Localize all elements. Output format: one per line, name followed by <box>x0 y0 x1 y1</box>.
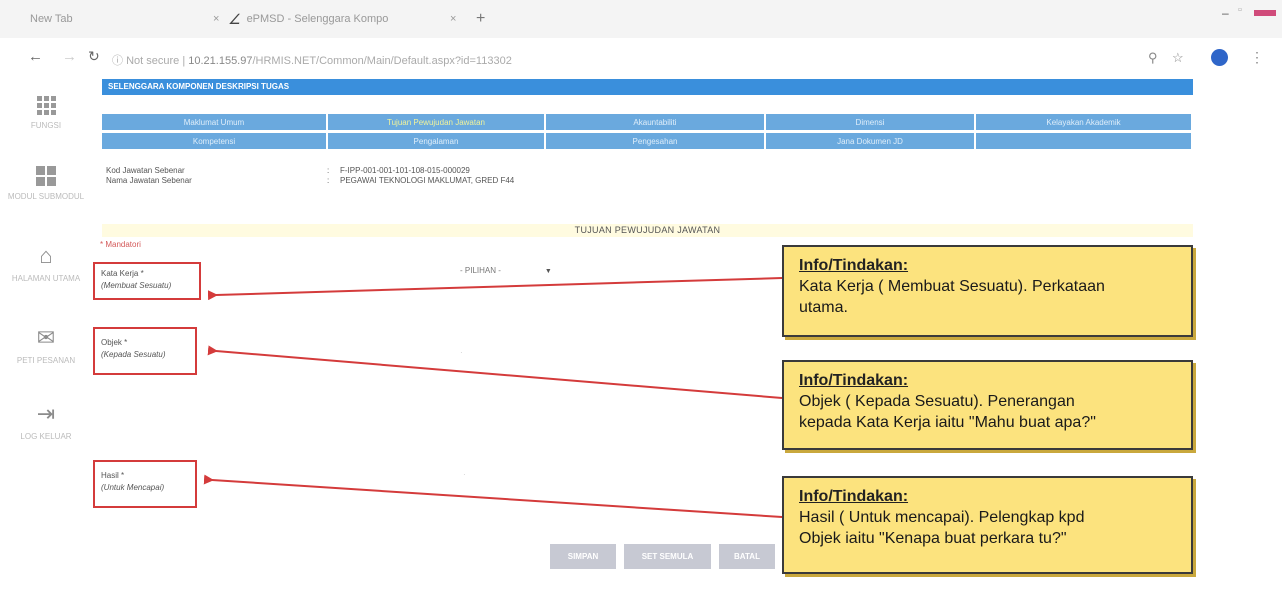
callout-title: Info/Tindakan: <box>799 372 909 389</box>
security-label: Not secure <box>126 55 180 67</box>
nama-jawatan-label: Nama Jawatan Sebenar <box>106 176 192 185</box>
field-kata-kerja-label: Kata Kerja * (Membuat Sesuatu) <box>93 262 201 300</box>
close-tab-icon[interactable]: × <box>450 6 456 32</box>
kod-jawatan-value: F-IPP-001-001-101-108-015-000029 <box>340 166 470 175</box>
tab-new-tab[interactable]: New Tab <box>30 6 73 32</box>
field-label: Kata Kerja * <box>101 269 144 278</box>
tab-label: ePMSD - Selenggara Kompo <box>246 13 389 25</box>
profile-avatar[interactable] <box>1211 49 1228 66</box>
arrow-kata-kerja <box>207 277 783 301</box>
tab-jana-dokumen-jd[interactable]: Jana Dokumen JD <box>766 133 976 149</box>
browser-tab-bar: New Tab × ∠ ePMSD - Selenggara Kompo × + … <box>0 0 1282 38</box>
sidebar: FUNGSI MODUL SUBMODUL ⌂ HALAMAN UTAMA ✉ … <box>0 80 92 592</box>
page-header: SELENGGARA KOMPONEN DESKRIPSI TUGAS <box>102 79 1193 95</box>
forward-icon[interactable]: → <box>62 48 77 65</box>
sidebar-item-modul[interactable]: MODUL SUBMODUL <box>0 166 92 202</box>
reload-icon[interactable]: ↻ <box>88 48 100 65</box>
nama-jawatan-row: Nama Jawatan Sebenar : PEGAWAI TEKNOLOGI… <box>106 176 514 185</box>
callout-kata-kerja: Info/Tindakan: Kata Kerja ( Membuat Sesu… <box>782 245 1193 337</box>
favicon-icon: ∠ <box>228 10 241 27</box>
form-buttons: SIMPAN SET SEMULA BATAL <box>550 544 775 569</box>
tab-pengalaman[interactable]: Pengalaman <box>328 133 546 149</box>
home-icon: ⌂ <box>39 243 53 268</box>
field-label: Objek * <box>101 338 128 347</box>
zoom-icon[interactable]: ⚲ <box>1148 50 1158 66</box>
mail-icon: ✉ <box>36 325 56 350</box>
arrow-objek <box>207 345 783 399</box>
colon: : <box>327 166 330 175</box>
callout-objek: Info/Tindakan: Objek ( Kepada Sesuatu). … <box>782 360 1193 450</box>
tab-label: New Tab <box>30 13 73 25</box>
minimize-icon[interactable]: – <box>1222 6 1229 20</box>
callout-line: Objek iaitu "Kenapa buat perkara tu?" <box>799 530 1067 547</box>
component-menu-row: Maklumat Umum Tujuan Pewujudan Jawatan A… <box>102 114 1193 130</box>
sidebar-item-label: MODUL SUBMODUL <box>7 192 85 201</box>
field-sublabel: (Untuk Mencapai) <box>101 483 165 492</box>
tab-maklumat-umum[interactable]: Maklumat Umum <box>102 114 328 130</box>
tab-dimensi[interactable]: Dimensi <box>766 114 976 130</box>
sidebar-item-label: HALAMAN UTAMA <box>11 274 81 283</box>
sidebar-item-label: PETI PESANAN <box>16 356 76 365</box>
callout-line: Objek ( Kepada Sesuatu). Penerangan <box>799 393 1075 410</box>
callout-title: Info/Tindakan: <box>799 488 909 505</box>
set-semula-button[interactable]: SET SEMULA <box>624 544 711 569</box>
maximize-icon[interactable]: ▫ <box>1238 4 1242 16</box>
field-label: Hasil * <box>101 471 125 480</box>
simpan-button[interactable]: SIMPAN <box>550 544 616 569</box>
logout-icon: ⇥ <box>36 401 56 426</box>
field-sublabel: (Kepada Sesuatu) <box>101 350 166 359</box>
menu-kebab-icon[interactable]: ⋮ <box>1250 49 1264 66</box>
url-host: 10.21.155.97 <box>188 55 253 67</box>
kod-jawatan-row: Kod Jawatan Sebenar : F-IPP-001-001-101-… <box>106 166 470 175</box>
arrow-hasil <box>203 474 783 518</box>
select-value: - PILIHAN - <box>460 266 501 275</box>
tab-pengesahan[interactable]: Pengesahan <box>546 133 766 149</box>
sidebar-item-label: LOG KELUAR <box>20 432 72 441</box>
component-menu-row: Kompetensi Pengalaman Pengesahan Jana Do… <box>102 133 1193 149</box>
hasil-input[interactable]: · <box>463 470 466 479</box>
sidebar-item-label: FUNGSI <box>30 121 62 130</box>
kod-jawatan-label: Kod Jawatan Sebenar <box>106 166 185 175</box>
nama-jawatan-value: PEGAWAI TEKNOLOGI MAKLUMAT, GRED F44 <box>340 176 515 185</box>
callout-line: kepada Kata Kerja iaitu "Mahu buat apa?" <box>799 414 1096 431</box>
tab-kelayakan-akademik[interactable]: Kelayakan Akademik <box>976 114 1193 130</box>
colon: : <box>327 176 330 185</box>
callout-hasil: Info/Tindakan: Hasil ( Untuk mencapai). … <box>782 476 1193 574</box>
batal-button[interactable]: BATAL <box>719 544 775 569</box>
menu-cell-empty <box>976 133 1193 149</box>
field-objek-label: Objek * (Kepada Sesuatu) <box>93 327 197 375</box>
sidebar-item-peti-pesanan[interactable]: ✉ PETI PESANAN <box>0 326 92 366</box>
callout-title: Info/Tindakan: <box>799 257 909 274</box>
field-hasil-label: Hasil * (Untuk Mencapai) <box>93 460 197 508</box>
sidebar-item-fungsi[interactable]: FUNGSI <box>0 96 92 131</box>
kata-kerja-select[interactable]: - PILIHAN - ▼ <box>460 266 552 275</box>
bookmark-star-icon[interactable]: ☆ <box>1172 50 1184 66</box>
tab-akauntabiliti[interactable]: Akauntabiliti <box>546 114 766 130</box>
tab-tujuan-pewujudan-jawatan[interactable]: Tujuan Pewujudan Jawatan <box>328 114 546 130</box>
url-field[interactable]: ⓘ Not secure | 10.21.155.97/HRMIS.NET/Co… <box>112 52 512 68</box>
info-icon: ⓘ <box>112 55 123 67</box>
chevron-down-icon: ▼ <box>544 268 552 275</box>
back-icon[interactable]: ← <box>28 48 43 65</box>
tab-epmsd[interactable]: ∠ ePMSD - Selenggara Kompo <box>228 6 388 32</box>
section-title: TUJUAN PEWUJUDAN JAWATAN <box>102 224 1193 237</box>
callout-line: utama. <box>799 299 848 316</box>
new-tab-icon[interactable]: + <box>476 6 485 32</box>
sidebar-item-log-keluar[interactable]: ⇥ LOG KELUAR <box>0 402 92 442</box>
tab-kompetensi[interactable]: Kompetensi <box>102 133 328 149</box>
mandatory-note: * Mandatori <box>100 240 141 249</box>
modules-icon <box>36 166 56 186</box>
field-sublabel: (Membuat Sesuatu) <box>101 281 172 290</box>
url-path: /HRMIS.NET/Common/Main/Default.aspx?id=1… <box>252 55 512 67</box>
close-window-icon[interactable] <box>1254 10 1276 16</box>
callout-line: Kata Kerja ( Membuat Sesuatu). Perkataan <box>799 278 1105 295</box>
callout-line: Hasil ( Untuk mencapai). Pelengkap kpd <box>799 509 1085 526</box>
sidebar-item-halaman-utama[interactable]: ⌂ HALAMAN UTAMA <box>0 244 92 284</box>
objek-input[interactable]: · <box>460 348 463 357</box>
close-tab-icon[interactable]: × <box>213 6 219 32</box>
apps-grid-icon <box>36 96 56 115</box>
